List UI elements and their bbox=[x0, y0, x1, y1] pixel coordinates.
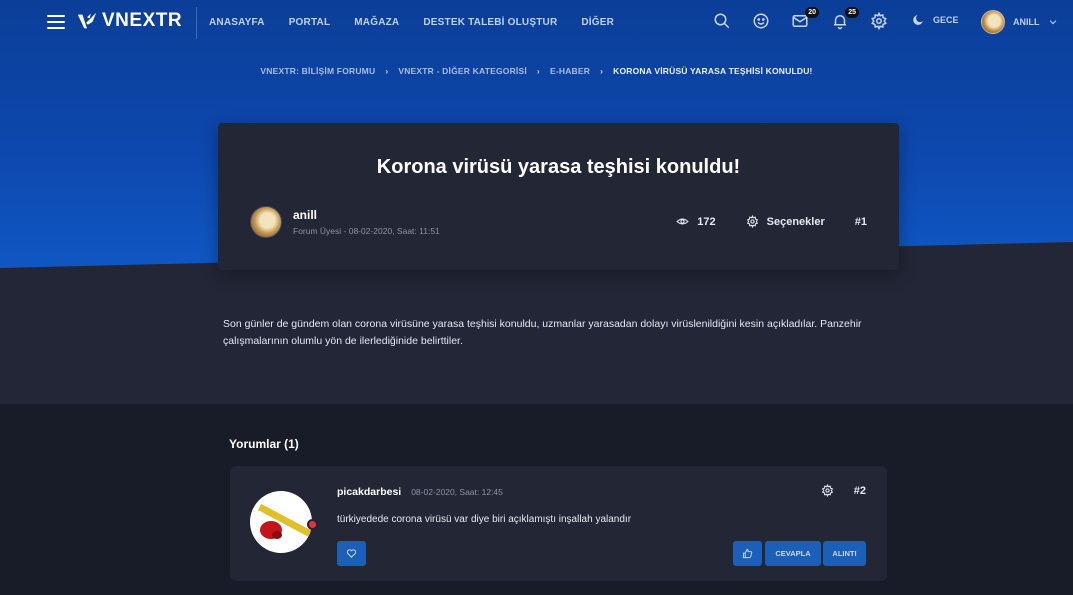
post-body: Son günler de gündem olan corona virüsün… bbox=[223, 318, 862, 347]
comments-title: Yorumlar (1) bbox=[229, 437, 299, 451]
eye-icon bbox=[676, 218, 690, 225]
top-navbar: VNEXTR ANASAYFA PORTAL MAĞAZA DESTEK TAL… bbox=[0, 0, 1073, 44]
thread-header-card: Korona virüsü yarasa teşhisi konuldu! an… bbox=[218, 123, 899, 270]
nav-item-portal[interactable]: PORTAL bbox=[289, 17, 331, 28]
like-button[interactable] bbox=[733, 541, 762, 566]
views-count: 172 bbox=[697, 215, 716, 228]
nav-divider bbox=[196, 7, 197, 39]
commenter-avatar[interactable] bbox=[250, 491, 312, 553]
user-name: ANILL bbox=[1013, 17, 1040, 27]
reply-button[interactable]: CEVAPLA bbox=[765, 541, 821, 566]
views-stat: 172 bbox=[676, 215, 716, 228]
chevron-right-icon: › bbox=[600, 66, 604, 76]
comment-card: picakdarbesi 08-02-2020, Saat: 12:45 #2 … bbox=[230, 466, 887, 581]
site-logo[interactable]: VNEXTR bbox=[76, 10, 182, 32]
breadcrumb-item-forum[interactable]: VNEXTR: BİLİŞİM FORUMU bbox=[260, 66, 375, 76]
logo-icon bbox=[77, 12, 97, 29]
author-name[interactable]: anill bbox=[293, 208, 440, 222]
comment-post-number[interactable]: #2 bbox=[854, 485, 866, 497]
moon-icon bbox=[913, 15, 923, 25]
user-avatar bbox=[981, 10, 1005, 34]
menu-icon[interactable] bbox=[47, 15, 65, 29]
breadcrumb-item-ehaber[interactable]: E-HABER bbox=[550, 66, 590, 76]
nav-item-diger[interactable]: DİĞER bbox=[581, 17, 614, 28]
notifications-badge: 25 bbox=[845, 7, 859, 18]
online-status-dot bbox=[307, 519, 318, 530]
messages-icon[interactable]: 20 bbox=[791, 7, 819, 32]
search-icon[interactable] bbox=[713, 12, 733, 32]
night-mode-label: GECE bbox=[933, 14, 959, 25]
options-label: Seçenekler bbox=[766, 215, 825, 228]
settings-gear-icon[interactable] bbox=[870, 11, 890, 32]
smiley-icon[interactable] bbox=[752, 12, 772, 32]
commenter-name[interactable]: picakdarbesi bbox=[337, 486, 401, 498]
main-menu: ANASAYFA PORTAL MAĞAZA DESTEK TALEBİ OLU… bbox=[209, 0, 638, 44]
author-avatar[interactable] bbox=[250, 206, 282, 238]
breadcrumb: VNEXTR: BİLİŞİM FORUMU › VNEXTR - DİĞER KA… bbox=[0, 66, 1073, 76]
night-mode-toggle[interactable]: GECE bbox=[912, 13, 959, 26]
author-meta: Forum Üyesi - 08-02-2020, Saat: 11:51 bbox=[293, 226, 440, 236]
thread-stats: 172 Seçenekler #1 bbox=[646, 215, 867, 228]
notifications-icon[interactable]: 25 bbox=[831, 7, 859, 32]
breadcrumb-item-current: KORONA VİRÜSÜ YARASA TEŞHİSİ KONULDU! bbox=[613, 66, 813, 76]
chevron-down-icon bbox=[1049, 20, 1056, 25]
favorite-button[interactable] bbox=[337, 541, 366, 566]
nav-item-anasayfa[interactable]: ANASAYFA bbox=[209, 17, 265, 28]
messages-badge: 20 bbox=[805, 7, 819, 18]
chevron-right-icon: › bbox=[536, 66, 540, 76]
comment-text: türkiyedede corona virüsü var diye biri … bbox=[337, 514, 632, 525]
nav-item-magaza[interactable]: MAĞAZA bbox=[354, 17, 399, 28]
quote-button[interactable]: ALINTI bbox=[823, 541, 866, 566]
user-menu[interactable]: ANILL bbox=[981, 10, 1058, 34]
thumbs-up-icon bbox=[742, 548, 753, 559]
nav-item-destek[interactable]: DESTEK TALEBİ OLUŞTUR bbox=[423, 17, 557, 28]
heart-icon bbox=[346, 549, 357, 558]
thread-author: anill Forum Üyesi - 08-02-2020, Saat: 11… bbox=[250, 206, 440, 238]
breadcrumb-item-category[interactable]: VNEXTR - DİĞER KATEGORİSİ bbox=[398, 66, 527, 76]
thread-title: Korona virüsü yarasa teşhisi konuldu! bbox=[376, 156, 741, 178]
comment-gear-icon[interactable] bbox=[821, 484, 834, 497]
post-number[interactable]: #1 bbox=[855, 216, 867, 228]
gear-icon bbox=[746, 215, 758, 228]
comment-date: 08-02-2020, Saat: 12:45 bbox=[411, 487, 503, 497]
chevron-right-icon: › bbox=[385, 66, 389, 76]
options-button[interactable]: Seçenekler bbox=[746, 215, 825, 228]
brand-name: VNEXTR bbox=[102, 10, 183, 31]
